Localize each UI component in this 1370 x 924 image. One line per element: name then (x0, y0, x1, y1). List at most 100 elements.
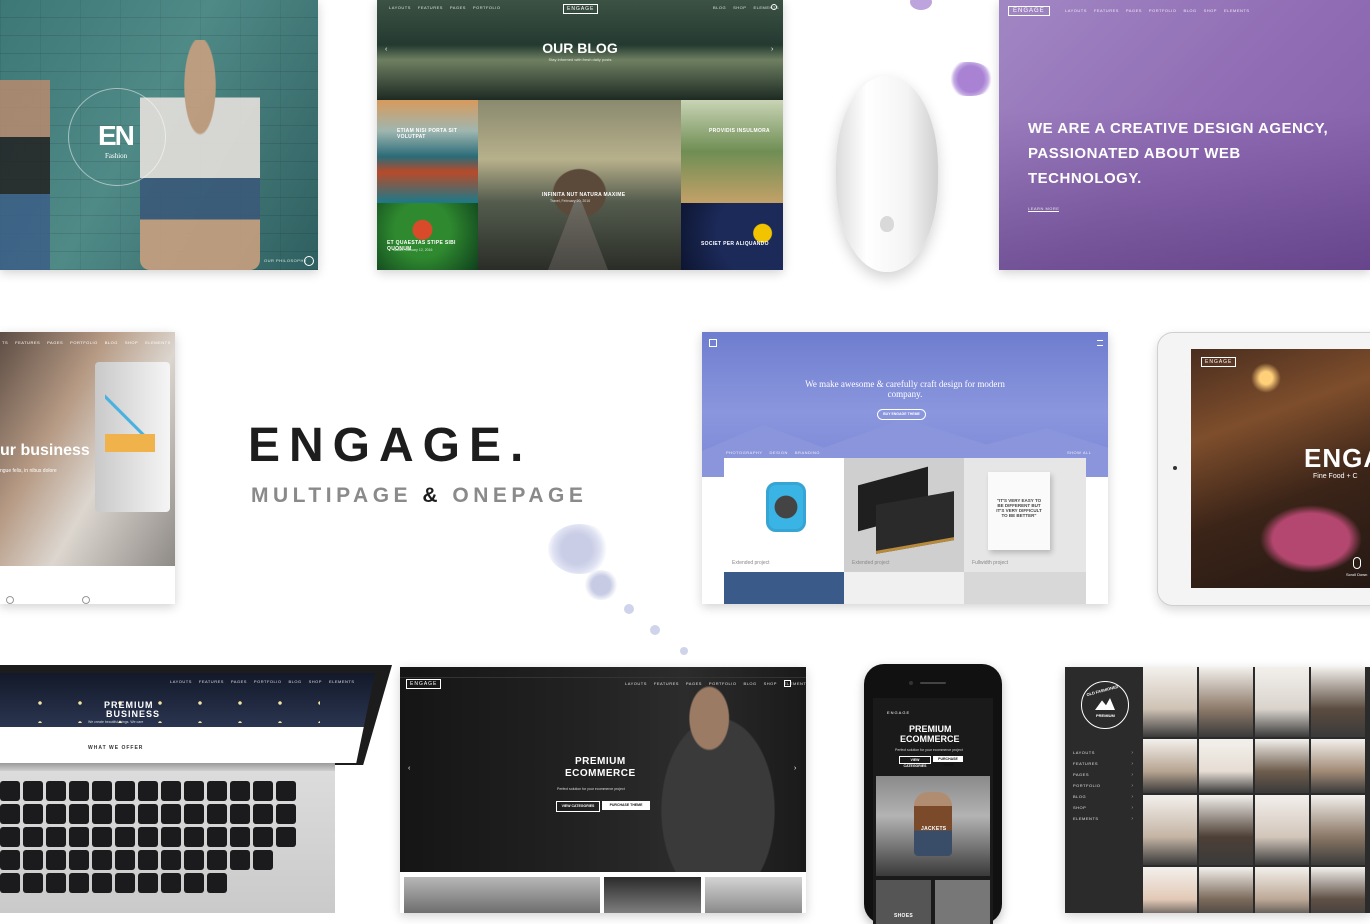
phone-tile-tag[interactable]: JACKETS (921, 826, 946, 832)
fashion-photo-tile[interactable] (1199, 795, 1253, 865)
agency-nav-item[interactable]: PAGES (1126, 8, 1142, 13)
portfolio-item-row2[interactable] (724, 572, 844, 604)
slider-next-icon[interactable]: › (771, 46, 773, 53)
blog-logo[interactable]: ENGAGE (563, 4, 599, 14)
fashion-photo-tile[interactable] (1143, 667, 1197, 737)
hamburger-icon[interactable] (1097, 340, 1103, 346)
ecommerce-preview[interactable]: ENGAGE LAYOUTS FEATURES PAGES PORTFOLIO BLOG… (400, 667, 806, 913)
portfolio-item-cards[interactable]: Extended project (844, 458, 964, 572)
phone-purchase-button[interactable]: Purchase Theme (933, 756, 963, 767)
blog-post-title[interactable]: ETIAM NISI PORTA SIT VOLUTPAT (397, 128, 478, 140)
slider-prev-icon[interactable]: ‹ (408, 765, 410, 772)
blog-post-lake[interactable]: ETIAM NISI PORTA SIT VOLUTPAT (377, 100, 478, 203)
badge-logo[interactable]: OLD FASHIONED PREMIUM (1081, 681, 1129, 729)
product-tile[interactable] (705, 877, 802, 913)
laptop-nav-item[interactable]: PAGES (231, 679, 247, 684)
fashion-photo-tile[interactable] (1143, 867, 1197, 913)
ecommerce-logo[interactable]: ENGAGE (406, 679, 442, 689)
project-caption[interactable]: Extended project (732, 560, 770, 566)
phone-product-tile[interactable]: SHOES (876, 880, 931, 924)
heart-icon[interactable] (6, 596, 14, 604)
fashion-photo-tile[interactable] (1199, 867, 1253, 913)
blog-nav-item[interactable]: SHOP (733, 5, 746, 10)
blog-nav-item[interactable]: LAYOUTS (389, 5, 411, 10)
portfolio-item-row2[interactable] (844, 572, 964, 604)
agency-nav-item[interactable]: PORTFOLIO (1149, 8, 1177, 13)
fashion-photo-tile[interactable] (1311, 739, 1365, 793)
purchase-theme-button[interactable]: PURCHASE THEME (602, 801, 650, 810)
project-caption[interactable]: Extended project (852, 560, 890, 566)
business-nav-item[interactable]: PAGES (47, 340, 63, 345)
phone-view-categories-button[interactable]: View Categories (899, 756, 931, 768)
view-categories-button[interactable]: VIEW CATEGORIES (556, 801, 600, 812)
blog-nav-item[interactable]: FEATURES (418, 5, 443, 10)
agency-nav-item[interactable]: FEATURES (1094, 8, 1119, 13)
fashion-photo-tile[interactable] (1143, 739, 1197, 793)
fashion-photo-tile[interactable] (1311, 867, 1365, 913)
laptop-nav-item[interactable]: BLOG (288, 679, 301, 684)
business-nav-item[interactable]: PORTFOLIO (70, 340, 98, 345)
tablet-logo[interactable]: ENGAGE (1201, 357, 1237, 367)
show-all-link[interactable]: SHOW ALL (1067, 450, 1091, 455)
fashion-photo-tile[interactable] (1311, 667, 1365, 737)
laptop-nav-item[interactable]: PORTFOLIO (254, 679, 282, 684)
phone-product-tile[interactable]: JACKETS (876, 776, 990, 876)
portfolio-item-row2[interactable] (964, 572, 1086, 604)
sidebar-nav-item[interactable]: SHOP › (1073, 802, 1133, 813)
portfolio-filter-tab[interactable]: PHOTOGRAPHY (726, 450, 763, 455)
phone-logo[interactable]: ENGAGE (887, 710, 910, 715)
agency-nav-item[interactable]: BLOG (1183, 8, 1196, 13)
blog-post-eagle[interactable]: SOCIET PER ALIQUANDO (681, 203, 783, 270)
fashion-photo-tile[interactable] (1311, 795, 1365, 865)
fashion-photo-tile[interactable] (1255, 867, 1309, 913)
menu-icon[interactable] (709, 339, 717, 347)
fashion-preview[interactable]: EN Fashion OUR PHILOSOPHY (0, 0, 318, 270)
laptop-nav-item[interactable]: ELEMENTS (329, 679, 355, 684)
sidebar-nav-item[interactable]: ELEMENTS › (1073, 813, 1133, 824)
agency-logo[interactable]: ENGAGE (1008, 6, 1050, 16)
sidebar-nav-item[interactable]: BLOG › (1073, 791, 1133, 802)
sidebar-nav-item[interactable]: LAYOUTS › (1073, 747, 1133, 758)
sidebar-nav-item[interactable]: PORTFOLIO › (1073, 780, 1133, 791)
ecommerce-nav-item[interactable]: LAYOUTS (625, 681, 647, 686)
cart-icon[interactable] (784, 680, 791, 687)
agency-nav-item[interactable]: SHOP (1204, 8, 1217, 13)
buy-theme-button[interactable]: BUY ENGAGE THEME (877, 409, 926, 420)
phone-tile-tag[interactable]: SHOES (894, 913, 913, 919)
business-preview[interactable]: TS FEATURES PAGES PORTFOLIO BLOG SHOP ELEMENTS… (0, 332, 175, 604)
blog-post-trees[interactable]: PROVIDIS INSULMORA (681, 100, 783, 203)
business-nav-item[interactable]: FEATURES (15, 340, 40, 345)
learn-more-link[interactable]: LEARN MORE (1028, 206, 1060, 212)
phone-screen[interactable]: ENGAGE PREMIUM ECOMMERCE Perfect solutio… (873, 698, 993, 924)
slider-next-icon[interactable]: › (794, 765, 796, 772)
laptop-screen[interactable]: LAYOUTS FEATURES PAGES PORTFOLIO BLOG SHOP ELE… (0, 673, 375, 763)
sidebar-nav-item[interactable]: FEATURES › (1073, 758, 1133, 769)
project-caption[interactable]: Fullwidth project (972, 560, 1008, 566)
slider-prev-icon[interactable]: ‹ (385, 46, 387, 53)
product-tile[interactable] (404, 877, 600, 913)
business-nav-item[interactable]: BLOG (105, 340, 118, 345)
portfolio-filter-tab[interactable]: DESIGN (770, 450, 788, 455)
blog-nav-item[interactable]: BLOG (713, 5, 726, 10)
product-tile[interactable] (604, 877, 701, 913)
blog-post-title[interactable]: SOCIET PER ALIQUANDO (701, 241, 769, 247)
blog-post-title[interactable]: PROVIDIS INSULMORA (709, 128, 770, 134)
agency-nav-item[interactable]: ELEMENTS (1224, 8, 1250, 13)
fashion-photo-tile[interactable] (1143, 795, 1197, 865)
ecommerce-nav-item[interactable]: FEATURES (654, 681, 679, 686)
scroll-down-icon[interactable] (304, 256, 314, 266)
ecommerce-nav-item[interactable]: PAGES (686, 681, 702, 686)
search-icon[interactable] (771, 4, 777, 10)
ecommerce-nav-item[interactable]: SHOP (764, 681, 777, 686)
blog-nav-item[interactable]: PORTFOLIO (473, 5, 501, 10)
blog-preview[interactable]: LAYOUTS FEATURES PAGES PORTFOLIO ENGAGE BLO… (377, 0, 783, 270)
tablet-scroll-text[interactable]: Scroll Down (1346, 572, 1367, 577)
business-nav-item[interactable]: TS (2, 340, 8, 345)
sidebar-nav-item[interactable]: PAGES › (1073, 769, 1133, 780)
portfolio-preview[interactable]: We make awesome & carefully craft design… (702, 332, 1108, 604)
tablet-screen[interactable]: ENGAGE ENGA Fine Food + C Scroll Down (1191, 349, 1370, 588)
fashion-photo-tile[interactable] (1255, 739, 1309, 793)
fashion-photo-tile[interactable] (1199, 739, 1253, 793)
oldfashioned-preview[interactable]: OLD FASHIONED PREMIUM LAYOUTS › FEATURES › P… (1065, 667, 1370, 913)
blog-nav-item[interactable]: PAGES (450, 5, 466, 10)
